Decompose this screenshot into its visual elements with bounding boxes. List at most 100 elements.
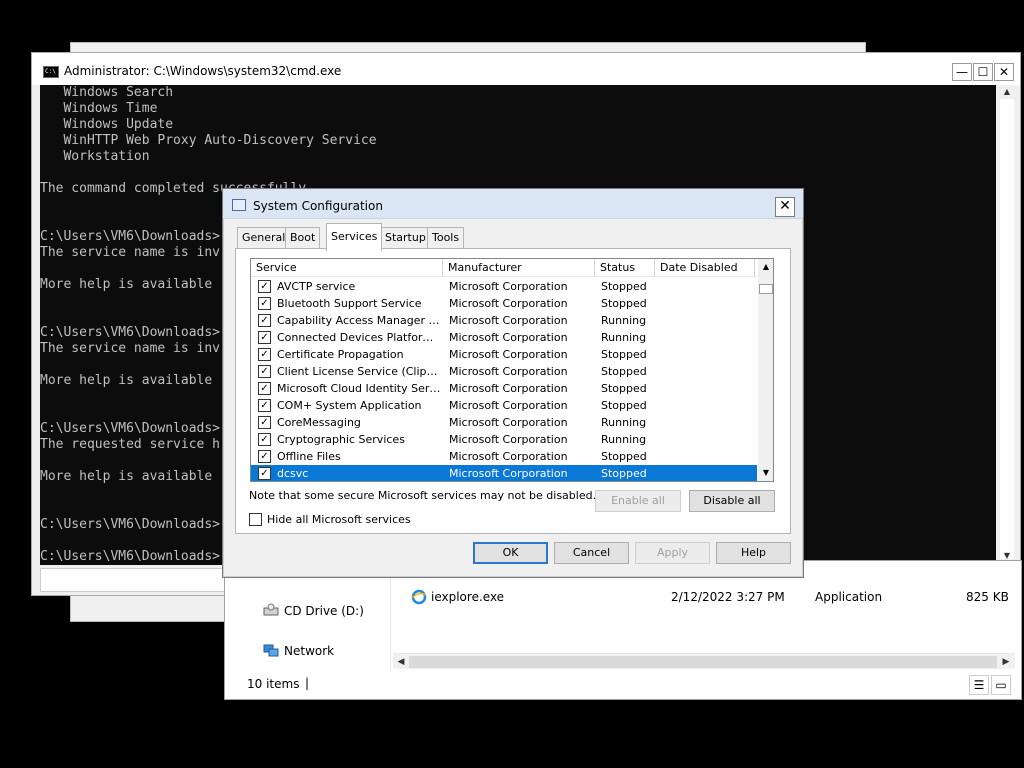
- service-checkbox[interactable]: ✓: [258, 450, 271, 463]
- service-row[interactable]: ✓ Cryptographic Services Microsoft Corpora…: [251, 431, 757, 448]
- console-line: C:\Users\VM6\Downloads>: [40, 229, 221, 244]
- apply-button[interactable]: Apply: [635, 542, 710, 564]
- service-checkbox[interactable]: ✓: [258, 348, 271, 361]
- console-line: The requested service h: [40, 437, 221, 452]
- service-checkbox[interactable]: ✓: [258, 433, 271, 446]
- service-row[interactable]: ✓ Connected Devices Platform Se... Microso…: [251, 329, 757, 346]
- service-row[interactable]: ✓ COM+ System Application Microsoft Corpor…: [251, 397, 757, 414]
- close-button[interactable]: ✕: [994, 63, 1014, 81]
- console-line: Windows Search: [40, 85, 174, 100]
- service-checkbox[interactable]: ✓: [258, 382, 271, 395]
- tab-services[interactable]: Services: [326, 223, 383, 251]
- service-checkbox[interactable]: ✓: [258, 399, 271, 412]
- service-row[interactable]: ✓ AVCTP service Microsoft Corporation Stopp…: [251, 278, 757, 295]
- service-row[interactable]: ✓ Client License Service (ClipSVC) Microso…: [251, 363, 757, 380]
- service-manufacturer: Microsoft Corporation: [449, 280, 568, 293]
- nav-item-cd-drive[interactable]: CD Drive (D:): [284, 604, 364, 618]
- list-vertical-scrollbar[interactable]: ▲ ▼: [758, 259, 773, 481]
- details-view-icon[interactable]: ☰: [969, 675, 989, 695]
- file-explorer-window: CD Drive (D:) Network iexplore.exe 2/12/…: [224, 560, 1022, 700]
- scroll-thumb[interactable]: [1000, 99, 1014, 559]
- service-row[interactable]: ✓ Offline Files Microsoft Corporation Stopp…: [251, 448, 757, 465]
- column-service[interactable]: Service: [251, 259, 443, 277]
- enable-all-button[interactable]: Enable all: [595, 490, 681, 512]
- scroll-left-icon[interactable]: ◀: [394, 655, 408, 669]
- horizontal-scrollbar[interactable]: ◀ ▶: [393, 653, 1015, 669]
- column-date-disabled[interactable]: Date Disabled: [655, 259, 755, 277]
- services-list[interactable]: Service Manufacturer Status Date Disable…: [250, 258, 774, 482]
- minimize-button[interactable]: —: [952, 63, 972, 81]
- file-name[interactable]: iexplore.exe: [431, 590, 504, 604]
- console-line: WinHTTP Web Proxy Auto-Discovery Service: [40, 133, 377, 148]
- ok-button[interactable]: OK: [473, 542, 548, 564]
- service-manufacturer: Microsoft Corporation: [449, 331, 568, 344]
- service-status: Stopped: [601, 280, 647, 293]
- service-name: Offline Files: [277, 450, 341, 463]
- list-scroll-down-icon[interactable]: ▼: [759, 465, 773, 481]
- tab-startup[interactable]: Startup: [380, 227, 431, 249]
- horizontal-scroll-thumb[interactable]: [409, 656, 997, 668]
- service-checkbox[interactable]: ✓: [258, 365, 271, 378]
- console-line: C:\Users\VM6\Downloads>: [40, 549, 221, 564]
- service-row[interactable]: ✓ Capability Access Manager Servi... Micro…: [251, 312, 757, 329]
- cmd-app-icon: C:\: [43, 66, 59, 78]
- service-name: Connected Devices Platform Se...: [277, 331, 441, 344]
- status-caret: |: [305, 676, 310, 690]
- msconfig-icon: [232, 199, 246, 211]
- internet-explorer-icon: [411, 589, 427, 605]
- hide-microsoft-services-box[interactable]: [249, 513, 262, 526]
- tab-tools[interactable]: Tools: [427, 227, 465, 249]
- large-icons-view-icon[interactable]: ▭: [991, 675, 1011, 695]
- file-date: 2/12/2022 3:27 PM: [671, 590, 785, 604]
- service-manufacturer: Microsoft Corporation: [449, 399, 568, 412]
- service-status: Stopped: [601, 382, 647, 395]
- console-line: More help is available: [40, 373, 213, 388]
- service-name: dcsvc: [277, 467, 309, 480]
- service-checkbox[interactable]: ✓: [258, 280, 271, 293]
- service-checkbox[interactable]: ✓: [258, 416, 271, 429]
- disable-all-button[interactable]: Disable all: [689, 490, 775, 512]
- maximize-button[interactable]: ☐: [973, 63, 993, 81]
- cancel-button[interactable]: Cancel: [554, 542, 629, 564]
- hide-microsoft-services-label: Hide all Microsoft services: [267, 513, 411, 526]
- tab-general[interactable]: General: [237, 227, 291, 249]
- cd-drive-icon: [263, 603, 279, 616]
- scroll-up-icon[interactable]: ▲: [1000, 85, 1014, 99]
- help-button[interactable]: Help: [716, 542, 791, 564]
- list-header: Service Manufacturer Status Date Disable…: [251, 259, 757, 277]
- scroll-right-icon[interactable]: ▶: [999, 655, 1013, 669]
- column-status[interactable]: Status: [595, 259, 655, 277]
- service-manufacturer: Microsoft Corporation: [449, 314, 568, 327]
- service-checkbox[interactable]: ✓: [258, 467, 271, 480]
- service-checkbox[interactable]: ✓: [258, 314, 271, 327]
- column-manufacturer[interactable]: Manufacturer: [443, 259, 595, 277]
- service-checkbox[interactable]: ✓: [258, 331, 271, 344]
- console-line: Windows Update: [40, 117, 174, 132]
- dialog-title-bar[interactable]: System Configuration ✕: [223, 189, 803, 219]
- service-manufacturer: Microsoft Corporation: [449, 365, 568, 378]
- service-manufacturer: Microsoft Corporation: [449, 382, 568, 395]
- service-row[interactable]: ✓ Microsoft Cloud Identity Service Microso…: [251, 380, 757, 397]
- service-name: AVCTP service: [277, 280, 356, 293]
- service-row[interactable]: ✓ dcsvc Microsoft Corporation Stopped: [251, 465, 757, 481]
- service-checkbox[interactable]: ✓: [258, 297, 271, 310]
- service-status: Stopped: [601, 348, 647, 361]
- dialog-close-button[interactable]: ✕: [775, 197, 795, 217]
- cmd-vertical-scrollbar[interactable]: ▲ ▼: [997, 85, 1017, 565]
- service-row[interactable]: ✓ Bluetooth Support Service Microsoft Corp…: [251, 295, 757, 312]
- service-row[interactable]: ✓ Certificate Propagation Microsoft Corpor…: [251, 346, 757, 363]
- nav-item-network[interactable]: Network: [284, 644, 334, 658]
- service-status: Stopped: [601, 399, 647, 412]
- cmd-title-bar[interactable]: C:\ Administrator: C:\Windows\system32\c…: [32, 53, 1020, 85]
- tab-boot[interactable]: Boot: [285, 227, 321, 249]
- list-scroll-thumb[interactable]: [759, 284, 773, 294]
- console-line: Workstation: [40, 149, 150, 164]
- sort-up-icon[interactable]: ▲: [759, 259, 773, 275]
- item-count: 10 items: [247, 677, 300, 691]
- console-line: More help is available: [40, 277, 213, 292]
- service-row[interactable]: ✓ CoreMessaging Microsoft Corporation Runni…: [251, 414, 757, 431]
- console-line: C:\Users\VM6\Downloads>: [40, 325, 221, 340]
- service-manufacturer: Microsoft Corporation: [449, 450, 568, 463]
- service-manufacturer: Microsoft Corporation: [449, 467, 568, 480]
- service-name: Microsoft Cloud Identity Service: [277, 382, 441, 395]
